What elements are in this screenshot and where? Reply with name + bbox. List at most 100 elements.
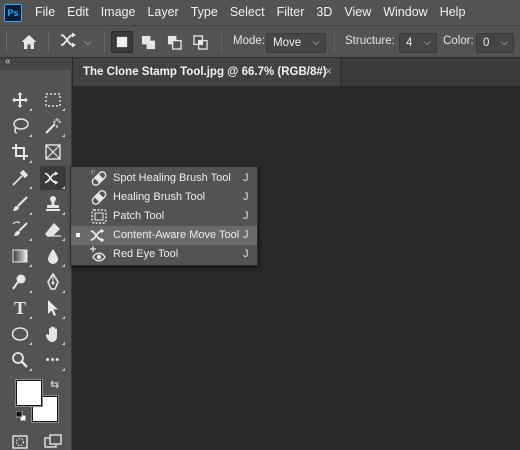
chevron-down-icon: ⌵ <box>84 36 92 48</box>
swap-colors-icon[interactable]: ⇆ <box>50 378 59 391</box>
menu-type[interactable]: Type <box>185 0 224 25</box>
zoom-tool[interactable] <box>7 348 33 372</box>
document-tab[interactable]: The Clone Stamp Tool.jpg @ 66.7% (RGB/8#… <box>73 58 341 86</box>
options-separator <box>334 32 335 52</box>
color-swatches: ⇆ <box>15 378 64 426</box>
flyout-item-shortcut: J <box>243 248 249 260</box>
subtract-selection-button[interactable] <box>163 31 185 53</box>
flyout-item-shortcut: J <box>243 229 249 241</box>
type-tool[interactable]: T <box>7 296 33 320</box>
options-separator <box>48 32 49 52</box>
quick-mask-button[interactable] <box>7 430 33 450</box>
eraser-tool[interactable] <box>40 218 66 242</box>
options-bar-grip[interactable] <box>6 32 9 51</box>
menu-file[interactable]: File <box>29 0 61 25</box>
menu-layer[interactable]: Layer <box>141 0 184 25</box>
clone-stamp-tool[interactable] <box>40 192 66 216</box>
flyout-item-label: Healing Brush Tool <box>113 191 206 203</box>
history-brush-tool[interactable] <box>7 218 33 242</box>
blur-tool[interactable] <box>40 244 66 268</box>
content-aware-move-tool[interactable] <box>40 166 66 190</box>
mode-value: Move <box>273 37 302 49</box>
dodge-tool[interactable] <box>7 270 33 294</box>
tool-preset-picker[interactable]: ⌵ <box>60 32 98 53</box>
home-icon[interactable] <box>20 33 38 51</box>
lasso-tool[interactable] <box>7 114 33 138</box>
gradient-tool[interactable] <box>7 244 33 268</box>
tools-panel-header[interactable]: « <box>0 56 72 70</box>
subtract-selection-icon <box>167 35 182 50</box>
color-select[interactable]: 0 ⌵ <box>476 33 514 53</box>
menu-filter[interactable]: Filter <box>271 0 311 25</box>
document-tab-title: The Clone Stamp Tool.jpg @ 66.7% (RGB/8#… <box>83 66 327 78</box>
options-bar: ⌵ Mode: Move ⌵ Structure: 4 ⌵ Color: 0 ⌵ <box>0 25 520 58</box>
intersect-selection-icon <box>192 34 208 50</box>
marquee-tool[interactable] <box>40 88 66 112</box>
ellipse-tool[interactable] <box>7 322 33 346</box>
eyedropper-tool[interactable] <box>7 166 33 190</box>
flyout-item-shortcut: J <box>243 210 249 222</box>
flyout-item-spot-healing-brush[interactable]: Spot Healing Brush Tool J <box>71 169 257 188</box>
red-eye-icon <box>90 246 108 263</box>
mode-select[interactable]: Move ⌵ <box>266 33 326 53</box>
document-tab-bar: The Clone Stamp Tool.jpg @ 66.7% (RGB/8#… <box>73 58 520 86</box>
frame-icon <box>45 144 61 160</box>
gradient-icon <box>12 249 28 263</box>
eyedropper-icon <box>12 169 29 186</box>
add-selection-button[interactable] <box>137 31 159 53</box>
brush-tool[interactable] <box>7 192 33 216</box>
path-selection-tool[interactable] <box>40 296 66 320</box>
hand-icon <box>45 326 57 342</box>
screen-mode-button[interactable] <box>40 430 66 450</box>
default-colors-icon[interactable] <box>15 408 27 422</box>
pen-tool[interactable] <box>40 270 66 294</box>
options-separator <box>104 32 105 52</box>
drop-icon <box>48 249 58 264</box>
content-aware-move-icon <box>90 227 108 244</box>
menu-image[interactable]: Image <box>95 0 142 25</box>
flyout-item-healing-brush[interactable]: Healing Brush Tool J <box>71 188 257 207</box>
structure-value: 4 <box>406 37 413 49</box>
menu-window[interactable]: Window <box>377 0 433 25</box>
document-canvas[interactable] <box>73 86 520 450</box>
brush-icon <box>13 196 28 211</box>
spot-healing-brush-icon <box>90 170 108 187</box>
new-selection-button[interactable] <box>111 31 133 53</box>
photoshop-logo[interactable]: Ps <box>4 3 22 22</box>
chevron-down-icon: ⌵ <box>500 37 508 48</box>
content-aware-move-icon <box>60 32 80 53</box>
intersect-selection-button[interactable] <box>189 31 211 53</box>
close-icon[interactable]: × <box>325 64 332 78</box>
color-value: 0 <box>483 37 490 49</box>
flyout-item-red-eye[interactable]: Red Eye Tool J <box>71 245 257 264</box>
quick-mask-icon <box>12 435 28 449</box>
collapse-icon[interactable]: « <box>5 56 10 67</box>
crop-tool[interactable] <box>7 140 33 164</box>
mode-label: Mode: <box>233 35 265 47</box>
move-tool[interactable] <box>7 88 33 112</box>
menu-select[interactable]: Select <box>224 0 271 25</box>
more-tools-button[interactable]: ••• <box>40 348 66 372</box>
color-label: Color: <box>443 35 474 47</box>
hand-tool[interactable] <box>40 322 66 346</box>
menu-view[interactable]: View <box>338 0 377 25</box>
magic-wand-tool[interactable] <box>40 114 66 138</box>
flyout-item-content-aware-move[interactable]: Content-Aware Move Tool J <box>71 226 257 245</box>
frame-tool[interactable] <box>40 140 66 164</box>
flyout-item-label: Content-Aware Move Tool <box>113 229 240 241</box>
type-icon: T <box>13 297 26 318</box>
chevron-down-icon: ⌵ <box>312 37 320 48</box>
menu-help[interactable]: Help <box>434 0 472 25</box>
menu-3d[interactable]: 3D <box>310 0 338 25</box>
structure-select[interactable]: 4 ⌵ <box>399 33 437 53</box>
foreground-color-swatch[interactable] <box>16 380 42 406</box>
pen-icon <box>47 273 59 290</box>
menu-edit[interactable]: Edit <box>61 0 95 25</box>
healing-brush-icon <box>90 189 108 206</box>
lasso-icon <box>13 118 29 134</box>
structure-label: Structure: <box>345 35 395 47</box>
chevron-down-icon: ⌵ <box>423 37 431 48</box>
flyout-item-patch[interactable]: Patch Tool J <box>71 207 257 226</box>
marquee-icon <box>45 93 61 107</box>
dodge-icon <box>12 274 26 290</box>
